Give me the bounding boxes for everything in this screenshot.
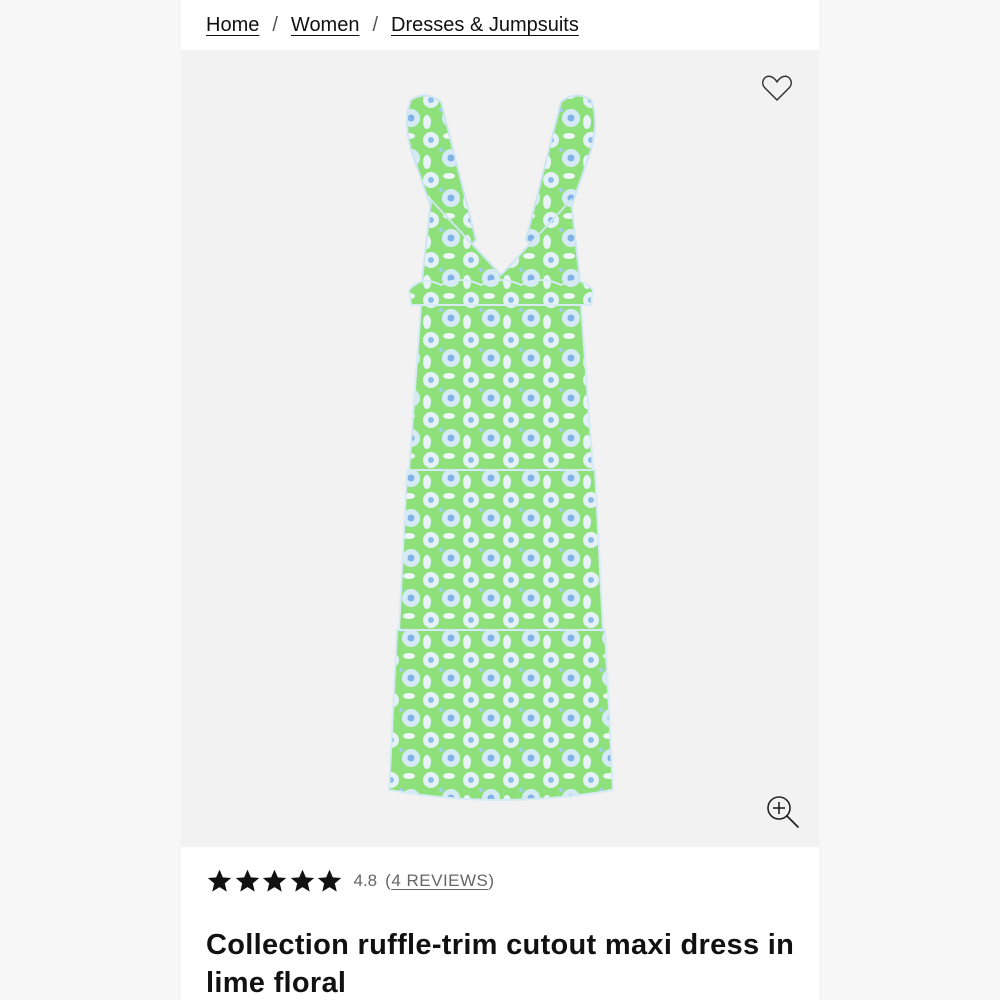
star-icon bbox=[317, 869, 342, 892]
reviews-close-paren: ) bbox=[488, 871, 495, 890]
star-rating bbox=[206, 868, 344, 894]
breadcrumb: Home / Women / Dresses & Jumpsuits bbox=[206, 14, 579, 37]
page-margin-left bbox=[0, 0, 181, 1000]
star-icon bbox=[262, 869, 287, 892]
product-title: Collection ruffle-trim cutout maxi dress… bbox=[206, 929, 795, 999]
breadcrumb-dresses-jumpsuits[interactable]: Dresses & Jumpsuits bbox=[391, 14, 579, 37]
reviews-link[interactable]: 4 REVIEWS bbox=[391, 871, 488, 890]
reviews-count[interactable]: (4 REVIEWS) bbox=[385, 871, 494, 891]
page-margin-right bbox=[819, 0, 1000, 1000]
rating-value: 4.8 bbox=[353, 871, 378, 890]
product-panel: Home / Women / Dresses & Jumpsuits 4.8 (… bbox=[181, 0, 819, 1000]
star-icon bbox=[207, 869, 232, 892]
breadcrumb-women[interactable]: Women bbox=[291, 14, 360, 37]
product-image-gallery[interactable] bbox=[181, 50, 819, 847]
heart-outline-icon[interactable] bbox=[761, 72, 793, 104]
breadcrumb-separator: / bbox=[372, 14, 379, 36]
product-rating: 4.8 (4 REVIEWS) bbox=[206, 868, 495, 894]
star-icon bbox=[290, 869, 314, 892]
star-icon bbox=[235, 869, 259, 892]
product-image bbox=[387, 94, 615, 801]
zoom-in-icon[interactable] bbox=[765, 794, 801, 830]
breadcrumb-separator: / bbox=[272, 14, 278, 36]
breadcrumb-home[interactable]: Home bbox=[206, 14, 259, 37]
